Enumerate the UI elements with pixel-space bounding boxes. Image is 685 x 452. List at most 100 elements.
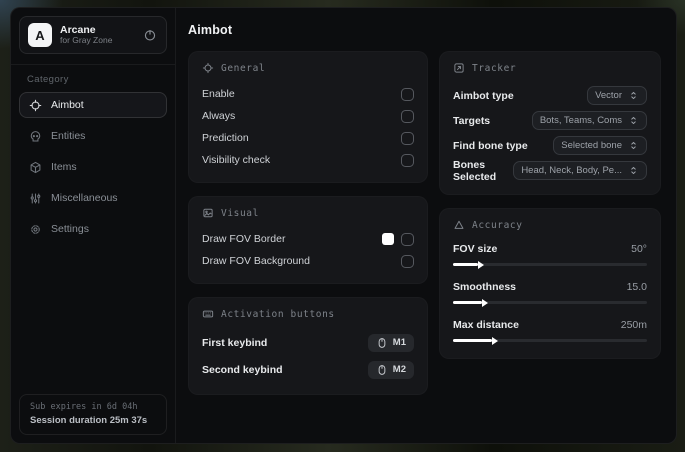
mouse-icon (376, 337, 388, 349)
mouse-icon (376, 364, 388, 376)
sidebar-item-label: Miscellaneous (51, 192, 118, 204)
select-value: Selected bone (561, 140, 622, 151)
always-checkbox[interactable] (401, 109, 414, 123)
visibility-check-checkbox[interactable] (401, 153, 414, 167)
row-label: Visibility check (202, 154, 271, 166)
setting-row-enable: Enable (202, 83, 414, 105)
sidebar-item-entities[interactable]: Entities (19, 123, 167, 149)
session-duration-text: Session duration 25m 37s (30, 415, 148, 426)
crosshair-icon (29, 99, 42, 112)
setting-row-draw-fov-background: Draw FOV Background (202, 250, 414, 272)
keybind-value: M2 (392, 364, 406, 375)
image-icon (202, 207, 214, 219)
sidebar-footer: Sub expires in 6d 04h Session duration 2… (11, 386, 175, 443)
gear-icon (29, 223, 42, 236)
sidebar: A Arcane for Gray Zone Category Aimbot E… (11, 8, 176, 443)
select-value: Bots, Teams, Coms (539, 115, 622, 126)
row-label: Aimbot type (453, 89, 514, 102)
setting-row-visibility-check: Visibility check (202, 149, 414, 171)
draw-fov-background-checkbox[interactable] (401, 254, 414, 268)
smoothness-value: 15.0 (626, 280, 647, 293)
sliders-icon (29, 192, 42, 205)
setting-row-second-keybind: Second keybind M2 (202, 356, 414, 383)
main-content: Aimbot General Enable Always Prediction … (176, 8, 676, 443)
row-label: Enable (202, 88, 235, 100)
aimbot-type-select[interactable]: Vector (587, 86, 647, 105)
slider-fill (453, 260, 485, 269)
setting-row-draw-fov-border: Draw FOV Border (202, 228, 414, 250)
skull-icon (29, 130, 42, 143)
setting-row-first-keybind: First keybind M1 (202, 329, 414, 356)
row-label: Second keybind (202, 363, 283, 376)
chevron-updown-icon (628, 140, 639, 151)
card-accuracy-header: Accuracy (453, 219, 647, 231)
max-distance-slider[interactable] (453, 336, 647, 345)
brand-text: Arcane for Gray Zone (60, 24, 112, 46)
chevron-updown-icon (628, 90, 639, 101)
card-tracker-header: Tracker (453, 62, 647, 74)
select-value: Head, Neck, Body, Pe... (521, 165, 622, 176)
sidebar-item-miscellaneous[interactable]: Miscellaneous (19, 185, 167, 211)
fov-size-slider[interactable] (453, 260, 647, 269)
targets-select[interactable]: Bots, Teams, Coms (531, 111, 647, 130)
sub-expiry-text: Sub expires in 6d 04h (30, 402, 138, 412)
draw-fov-border-checkbox[interactable] (401, 232, 414, 246)
fov-border-color-swatch[interactable] (382, 233, 394, 245)
row-label: Targets (453, 114, 491, 127)
smoothness-slider[interactable] (453, 298, 647, 307)
setting-row-prediction: Prediction (202, 127, 414, 149)
row-label: Draw FOV Background (202, 255, 310, 267)
sidebar-item-label: Entities (51, 130, 86, 142)
sidebar-nav: Aimbot Entities Items Miscellaneous Sett… (19, 92, 167, 242)
card-activation-header: Activation buttons (202, 308, 414, 320)
chevron-updown-icon (628, 165, 639, 176)
second-keybind-button[interactable]: M2 (367, 360, 414, 379)
first-keybind-button[interactable]: M1 (367, 333, 414, 352)
row-label: Always (202, 110, 236, 122)
find-bone-type-select[interactable]: Selected bone (553, 136, 647, 155)
sidebar-item-items[interactable]: Items (19, 154, 167, 180)
page-title: Aimbot (188, 23, 233, 37)
setting-row-max-distance: Max distance 250m (453, 316, 647, 345)
card-visual: Visual Draw FOV Border Draw FOV Backgrou… (188, 196, 428, 284)
sidebar-item-aimbot[interactable]: Aimbot (19, 92, 167, 118)
setting-row-fov-size: FOV size 50° (453, 240, 647, 269)
brand-logo: A (28, 23, 52, 47)
sidebar-item-label: Aimbot (51, 99, 84, 111)
brand-section: A Arcane for Gray Zone (11, 8, 175, 65)
slider-fill (453, 298, 489, 307)
brand-subtitle: for Gray Zone (60, 35, 113, 46)
row-label: Max distance (453, 318, 519, 331)
card-visual-header: Visual (202, 207, 414, 219)
card-accuracy: Accuracy FOV size 50° Smoothness 15.0 Ma… (439, 208, 661, 359)
card-general-header: General (202, 62, 414, 74)
brand-card: A Arcane for Gray Zone (19, 16, 167, 54)
sidebar-item-label: Items (51, 161, 77, 173)
row-label: Prediction (202, 132, 249, 144)
sidebar-item-label: Settings (51, 223, 89, 235)
category-label: Category (27, 74, 69, 85)
row-label: Smoothness (453, 280, 517, 293)
subscription-card: Sub expires in 6d 04h Session duration 2… (19, 394, 167, 435)
power-icon[interactable] (142, 27, 158, 43)
setting-row-aimbot-type: Aimbot type Vector (453, 83, 647, 108)
card-tracker: Tracker Aimbot type Vector Targets Bots,… (439, 51, 661, 195)
prediction-checkbox[interactable] (401, 131, 414, 145)
card-activation-buttons: Activation buttons First keybind M1 Seco… (188, 297, 428, 395)
setting-row-smoothness: Smoothness 15.0 (453, 278, 647, 307)
setting-row-targets: Targets Bots, Teams, Coms (453, 108, 647, 133)
max-distance-value: 250m (620, 318, 647, 331)
setting-row-always: Always (202, 105, 414, 127)
bones-selected-select[interactable]: Head, Neck, Body, Pe... (513, 161, 647, 180)
card-general: General Enable Always Prediction Visibil… (188, 51, 428, 183)
crosshair-icon (202, 62, 214, 74)
card-header-label: Visual (221, 207, 259, 219)
triangle-icon (453, 219, 465, 231)
enable-checkbox[interactable] (401, 87, 414, 101)
select-value: Vector (595, 90, 622, 101)
card-header-label: General (221, 62, 266, 74)
cheat-menu-window: A Arcane for Gray Zone Category Aimbot E… (10, 7, 677, 444)
row-label: Find bone type (453, 139, 528, 152)
row-label: Draw FOV Border (202, 233, 286, 245)
sidebar-item-settings[interactable]: Settings (19, 216, 167, 242)
